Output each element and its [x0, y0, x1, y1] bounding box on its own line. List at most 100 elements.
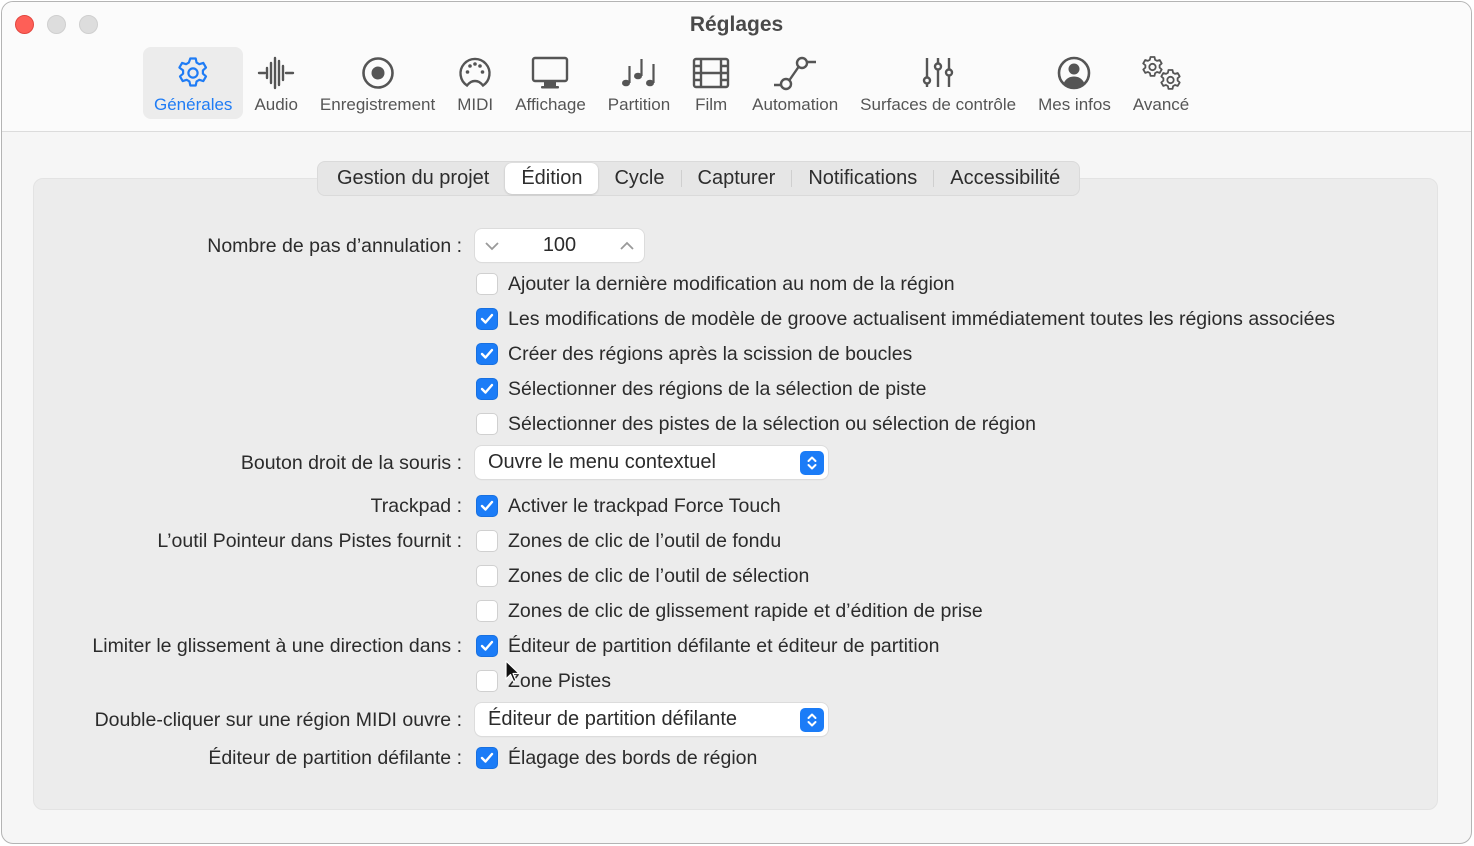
checkbox-label: Créer des régions après la scission de b…	[508, 342, 913, 365]
toolbar-label: Film	[695, 95, 728, 114]
checkbox-label: Les modifications de modèle de groove ac…	[508, 307, 1336, 330]
pointer-tool-row: Zones de clic de l’outil de sélection	[0, 559, 1474, 593]
region-option-checkbox[interactable]: Sélectionner des régions de la sélection…	[476, 372, 926, 406]
waveform-icon	[256, 54, 296, 92]
checkbox[interactable]	[476, 600, 498, 622]
checkbox-label: Activer le trackpad Force Touch	[508, 494, 781, 517]
toolbar-label: Affichage	[515, 95, 586, 114]
region-option-checkbox[interactable]: Ajouter la dernière modification au nom …	[476, 267, 955, 301]
right-click-popup[interactable]: Ouvre le menu contextuel	[475, 446, 828, 479]
region-option-row: Les modifications de modèle de groove ac…	[0, 302, 1474, 336]
region-option-checkbox[interactable]: Les modifications de modèle de groove ac…	[476, 302, 1335, 336]
right-click-row: Bouton droit de la souris : Ouvre le men…	[0, 446, 1474, 480]
preferences-toolbar: Générales Audio Enregistrement MIDI Affi…	[143, 47, 1200, 119]
record-icon	[360, 54, 396, 92]
toolbar-item-enregistrement[interactable]: Enregistrement	[309, 47, 446, 119]
undo-steps-stepper[interactable]: 100	[475, 229, 644, 262]
checkbox[interactable]	[476, 670, 498, 692]
right-click-value: Ouvre le menu contextuel	[488, 451, 716, 473]
checkbox[interactable]	[476, 308, 498, 330]
double-click-midi-label: Double-cliquer sur une région MIDI ouvre…	[94, 709, 462, 731]
tab-notifications[interactable]: Notifications	[792, 163, 933, 194]
chevron-up-icon[interactable]	[610, 229, 644, 262]
checkbox[interactable]	[476, 530, 498, 552]
checkmark-icon	[480, 313, 494, 324]
toolbar-item-partition[interactable]: Partition	[597, 47, 681, 119]
checkbox-label: Sélectionner des pistes de la sélection …	[508, 412, 1036, 435]
right-click-label: Bouton droit de la souris :	[240, 452, 462, 474]
undo-steps-row: Nombre de pas d’annulation : 100	[0, 229, 1474, 263]
region-option-checkbox[interactable]: Créer des régions après la scission de b…	[476, 337, 912, 371]
region-option-row: Sélectionner des pistes de la sélection …	[0, 407, 1474, 441]
toolbar-item-surfaces-de-controle[interactable]: Surfaces de contrôle	[849, 47, 1027, 119]
toolbar-item-affichage[interactable]: Affichage	[504, 47, 597, 119]
toolbar-item-mes-infos[interactable]: Mes infos	[1027, 47, 1122, 119]
trackpad-checkbox[interactable]: Activer le trackpad Force Touch	[476, 489, 781, 523]
pointer-tool-checkbox[interactable]: Zones de clic de glissement rapide et d’…	[476, 594, 983, 628]
trackpad-label: Trackpad :	[370, 495, 462, 517]
double-click-midi-row: Double-cliquer sur une région MIDI ouvre…	[0, 703, 1474, 737]
checkbox-label: Zone Pistes	[508, 669, 611, 692]
toolbar-item-audio[interactable]: Audio	[243, 47, 308, 119]
limit-drag-label: Limiter le glissement à une direction da…	[92, 635, 462, 657]
tab-cycle[interactable]: Cycle	[598, 163, 680, 194]
toolbar-label: Automation	[752, 95, 839, 114]
toolbar-label: Surfaces de contrôle	[860, 95, 1017, 114]
automation-icon	[772, 54, 818, 92]
music-notes-icon	[619, 54, 659, 92]
checkbox-label: Ajouter la dernière modification au nom …	[508, 272, 955, 295]
piano-roll-label: Éditeur de partition défilante :	[208, 747, 462, 769]
region-option-row: Ajouter la dernière modification au nom …	[0, 267, 1474, 301]
checkbox[interactable]	[476, 413, 498, 435]
checkbox[interactable]	[476, 378, 498, 400]
checkbox[interactable]	[476, 495, 498, 517]
limit-drag-checkbox[interactable]: Éditeur de partition défilante et éditeu…	[476, 629, 939, 663]
checkbox[interactable]	[476, 565, 498, 587]
region-option-checkbox[interactable]: Sélectionner des pistes de la sélection …	[476, 407, 1036, 441]
checkbox-label: Élagage des bords de région	[508, 746, 758, 769]
toolbar-label: MIDI	[457, 95, 494, 114]
undo-steps-value[interactable]: 100	[509, 234, 610, 257]
checkbox[interactable]	[476, 635, 498, 657]
piano-roll-checkbox[interactable]: Élagage des bords de région	[476, 741, 757, 775]
toolbar-item-generales[interactable]: Générales	[143, 47, 244, 119]
checkbox[interactable]	[476, 273, 498, 295]
limit-drag-row: Zone Pistes	[0, 664, 1474, 698]
chevron-down-icon[interactable]	[475, 229, 509, 262]
checkbox-label: Zones de clic de l’outil de sélection	[508, 564, 810, 587]
trackpad-row: Trackpad : Activer le trackpad Force Tou…	[0, 489, 1474, 523]
toolbar-item-automation[interactable]: Automation	[741, 47, 849, 119]
gear-icon	[175, 54, 211, 92]
pointer-tool-row: L’outil Pointeur dans Pistes fournit : Z…	[0, 524, 1474, 558]
tab-accessibilite[interactable]: Accessibilité	[934, 163, 1076, 194]
region-option-row: Créer des régions après la scission de b…	[0, 337, 1474, 371]
pointer-tool-checkbox[interactable]: Zones de clic de l’outil de sélection	[476, 559, 809, 593]
film-icon	[692, 54, 730, 92]
up-down-arrows-icon	[800, 707, 824, 732]
pointer-tool-label: L’outil Pointeur dans Pistes fournit :	[157, 530, 462, 552]
title-bar: Réglages Générales Audio Enregistrement …	[2, 2, 1471, 132]
checkbox[interactable]	[476, 343, 498, 365]
tab-edition[interactable]: Édition	[505, 163, 599, 194]
limit-drag-checkbox[interactable]: Zone Pistes	[476, 664, 611, 698]
limit-drag-row: Limiter le glissement à une direction da…	[0, 629, 1474, 663]
checkmark-icon	[480, 348, 494, 359]
checkbox[interactable]	[476, 747, 498, 769]
toolbar-item-midi[interactable]: MIDI	[446, 47, 504, 119]
checkbox-label: Zones de clic de l’outil de fondu	[508, 529, 782, 552]
tab-gestion-du-projet[interactable]: Gestion du projet	[321, 163, 505, 194]
region-option-row: Sélectionner des régions de la sélection…	[0, 372, 1474, 406]
toolbar-item-film[interactable]: Film	[681, 47, 741, 119]
toolbar-label: Partition	[607, 95, 671, 114]
up-down-arrows-icon	[800, 450, 824, 475]
gears-icon	[1139, 54, 1183, 92]
pointer-tool-checkbox[interactable]: Zones de clic de l’outil de fondu	[476, 524, 781, 558]
tab-capturer[interactable]: Capturer	[682, 163, 792, 194]
toolbar-item-avance[interactable]: Avancé	[1122, 47, 1200, 119]
undo-steps-label: Nombre de pas d’annulation :	[207, 235, 462, 257]
checkmark-icon	[480, 640, 494, 651]
double-click-midi-popup[interactable]: Éditeur de partition défilante	[475, 703, 828, 736]
checkmark-icon	[480, 500, 494, 511]
toolbar-label: Avancé	[1132, 95, 1190, 114]
checkmark-icon	[480, 752, 494, 763]
